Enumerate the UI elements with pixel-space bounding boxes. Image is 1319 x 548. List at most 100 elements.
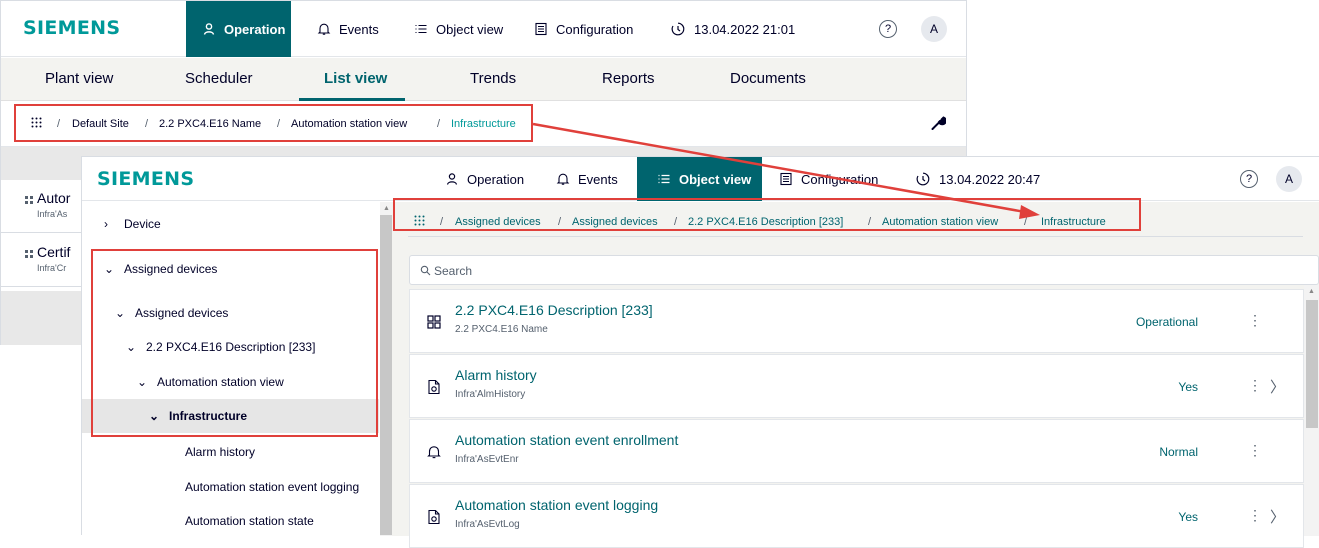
back-datetime[interactable]: 13.04.2022 21:01 — [670, 1, 795, 57]
back-nav-events[interactable]: Events — [317, 1, 379, 57]
siemens-logo: SIEMENS — [23, 17, 121, 39]
list-item-subtitle: Infra'As — [37, 209, 68, 219]
drag-handle-icon — [25, 250, 33, 258]
list-item-title: Autor — [37, 190, 71, 206]
operator-icon — [202, 22, 216, 36]
tree-item-label: Alarm history — [185, 445, 256, 459]
list-item-title: Certif — [37, 244, 71, 260]
back-sub-tabs: Plant view Scheduler List view Trends Re… — [1, 58, 966, 101]
list-item-subtitle: Infra'Cr — [37, 263, 67, 273]
chevron-right-icon[interactable]: 〉 — [1270, 376, 1285, 397]
avatar[interactable]: A — [1276, 166, 1302, 192]
wrench-icon[interactable] — [930, 115, 946, 131]
list-icon — [657, 172, 671, 186]
tab-trends[interactable]: Trends — [470, 70, 516, 87]
search-icon — [420, 265, 431, 276]
datetime-label: 13.04.2022 20:47 — [939, 171, 1041, 187]
row-title[interactable]: Automation station event logging — [455, 497, 658, 513]
tree-item-label: Automation station event logging — [185, 480, 360, 494]
tab-plant-view[interactable]: Plant view — [45, 70, 113, 87]
tree-scrollbar-thumb[interactable] — [380, 215, 392, 535]
document-icon — [426, 379, 442, 395]
front-nav-events[interactable]: Events — [556, 157, 618, 201]
search-input[interactable]: Search — [409, 255, 1319, 285]
nav-label: Object view — [679, 171, 752, 187]
row-status: Normal — [1159, 445, 1198, 459]
more-options-icon[interactable]: ⋮ — [1248, 377, 1262, 394]
list-item[interactable]: Certif Infra'Cr — [1, 234, 91, 287]
bell-icon — [556, 172, 570, 186]
object-row[interactable]: Automation station event logging Infra'A… — [409, 484, 1304, 548]
row-subtitle: Infra'AsEvtEnr — [455, 454, 519, 465]
nav-label: Object view — [436, 21, 504, 37]
bell-icon — [426, 444, 442, 460]
configuration-icon — [534, 22, 548, 36]
row-status: Operational — [1135, 315, 1198, 329]
grid-icon — [426, 314, 442, 330]
document-icon — [426, 509, 442, 525]
more-options-icon[interactable]: ⋮ — [1248, 507, 1262, 524]
back-nav-operation[interactable]: Operation — [186, 1, 291, 57]
front-datetime[interactable]: 13.04.2022 20:47 — [915, 157, 1040, 201]
datetime-label: 13.04.2022 21:01 — [694, 21, 796, 37]
front-nav-operation[interactable]: Operation — [445, 157, 524, 201]
content-scrollbar-thumb[interactable] — [1306, 300, 1318, 428]
row-subtitle: Infra'AlmHistory — [455, 389, 526, 400]
row-title[interactable]: 2.2 PXC4.E16 Description [233] — [455, 302, 653, 318]
search-placeholder: Search — [434, 264, 473, 278]
siemens-logo: SIEMENS — [97, 168, 195, 190]
object-row[interactable]: Alarm history Infra'AlmHistory Yes ⋮ 〉 — [409, 354, 1304, 418]
chevron-right-icon[interactable]: 〉 — [1270, 506, 1285, 527]
scroll-up-icon[interactable]: ▲ — [1308, 288, 1315, 295]
annotation-box-tree — [91, 249, 378, 437]
row-subtitle: Infra'AsEvtLog — [455, 519, 520, 530]
tab-reports[interactable]: Reports — [602, 70, 655, 87]
front-top-bar: SIEMENS Operation Events Object view Con… — [82, 157, 1319, 201]
list-icon — [414, 22, 428, 36]
operator-icon — [445, 172, 459, 186]
front-nav-configuration[interactable]: Configuration — [779, 157, 878, 201]
tab-list-view[interactable]: List view — [324, 70, 387, 87]
tree-item-label: Automation station state — [185, 514, 314, 528]
tree-item-alarm-history[interactable]: Alarm history — [185, 435, 375, 469]
timer-icon — [670, 21, 686, 37]
help-icon[interactable]: ? — [1240, 170, 1258, 188]
nav-label: Operation — [224, 21, 286, 37]
tree-item-station-state[interactable]: Automation station state — [185, 504, 375, 538]
tab-scheduler[interactable]: Scheduler — [185, 70, 253, 87]
list-item[interactable]: Autor Infra'As — [1, 180, 91, 233]
more-options-icon[interactable]: ⋮ — [1248, 442, 1262, 459]
scroll-up-icon[interactable]: ▲ — [383, 205, 390, 212]
front-nav-object-view[interactable]: Object view — [637, 157, 762, 201]
row-status: Yes — [1178, 380, 1198, 394]
row-title[interactable]: Alarm history — [455, 367, 537, 383]
nav-label: Events — [339, 21, 379, 37]
help-icon[interactable]: ? — [879, 20, 897, 38]
tree-item-device[interactable]: › Device — [104, 207, 374, 241]
row-subtitle: 2.2 PXC4.E16 Name — [455, 324, 548, 335]
row-title[interactable]: Automation station event enrollment — [455, 432, 678, 448]
drag-handle-icon — [25, 196, 33, 204]
nav-label: Configuration — [556, 21, 634, 37]
breadcrumb-divider — [408, 236, 1303, 237]
back-nav-configuration[interactable]: Configuration — [534, 1, 633, 57]
tree-item-event-logging[interactable]: Automation station event logging — [185, 470, 375, 504]
nav-label: Configuration — [801, 171, 879, 187]
row-status: Yes — [1178, 510, 1198, 524]
timer-icon — [915, 171, 931, 187]
tree-item-label: Device — [124, 217, 161, 231]
nav-label: Operation — [467, 171, 525, 187]
configuration-icon — [779, 172, 793, 186]
annotation-box-front-breadcrumb — [393, 198, 1141, 231]
object-row[interactable]: Automation station event enrollment Infr… — [409, 419, 1304, 483]
avatar[interactable]: A — [921, 16, 947, 42]
tab-documents[interactable]: Documents — [730, 70, 806, 87]
object-row[interactable]: 2.2 PXC4.E16 Description [233] 2.2 PXC4.… — [409, 289, 1304, 353]
chevron-right-icon[interactable]: › — [104, 217, 114, 231]
annotation-box-back-breadcrumb — [14, 104, 533, 142]
nav-label: Events — [578, 171, 618, 187]
back-nav-object-view[interactable]: Object view — [414, 1, 503, 57]
more-options-icon[interactable]: ⋮ — [1248, 312, 1262, 329]
bell-icon — [317, 22, 331, 36]
back-top-bar: SIEMENS Operation Events Object view Con… — [1, 1, 966, 57]
